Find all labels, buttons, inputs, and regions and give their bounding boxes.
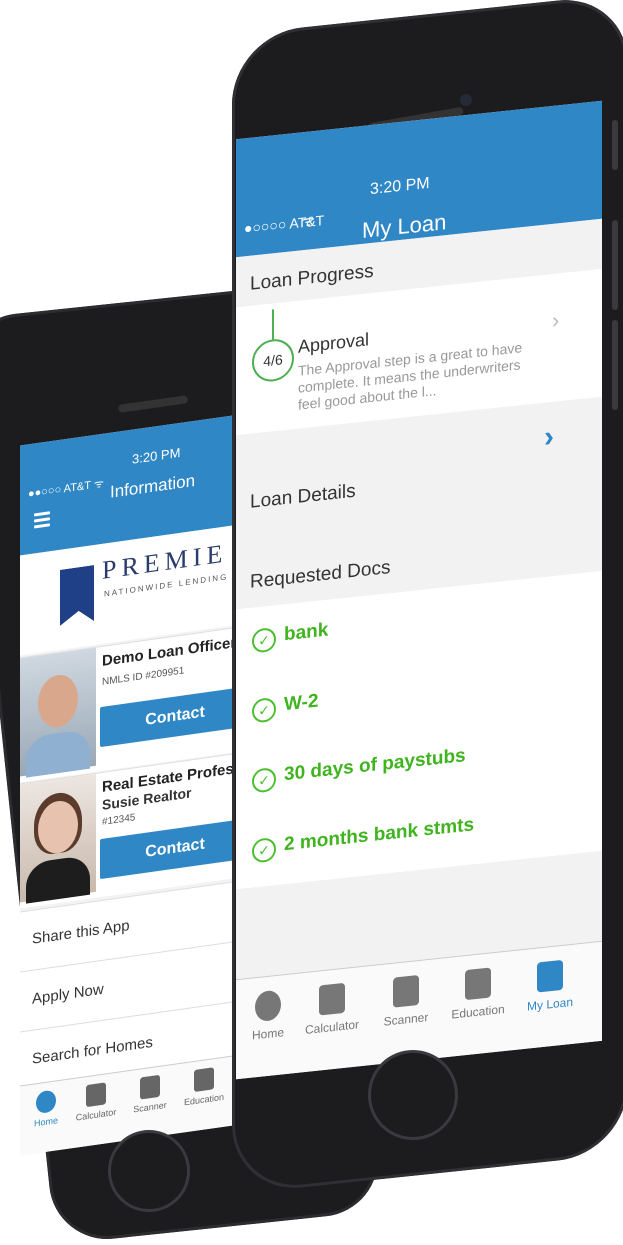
tab-education-label: Education (451, 1001, 505, 1022)
loan-progress-heading: Loan Progress (250, 260, 374, 295)
education-icon (194, 1067, 214, 1093)
back-hamburger-menu-icon[interactable] (34, 511, 50, 529)
check-circle-icon: ✓ (252, 697, 276, 724)
front-home-button[interactable] (368, 1050, 458, 1140)
wifi-icon: ᯤ (302, 211, 315, 230)
loan-officer-nmls: NMLS ID #209951 (102, 665, 185, 688)
loan-officer-photo (20, 647, 96, 778)
loan-officer-face (38, 672, 78, 730)
tab-my-loan-label: My Loan (526, 994, 574, 1014)
back-status-time: 3:20 PM (132, 444, 181, 467)
education-icon (465, 967, 491, 1001)
back-tab-education[interactable]: Education (180, 1065, 228, 1108)
menu-share-app-label: Share this App (32, 917, 130, 948)
realtor-shirt (26, 854, 90, 904)
realtor-id: #12345 (102, 812, 136, 828)
check-circle-icon: ✓ (252, 767, 276, 794)
loan-officer-shirt (26, 728, 90, 778)
loan-officer-contact-button[interactable]: Contact (100, 686, 240, 748)
volume-down-button (612, 320, 618, 410)
tab-home[interactable]: Home (238, 988, 298, 1044)
menu-apply-now-label: Apply Now (32, 980, 104, 1008)
front-camera (460, 94, 472, 106)
info-icon (36, 1089, 56, 1115)
info-icon (255, 989, 281, 1023)
tab-scanner-label: Scanner (383, 1010, 429, 1029)
back-home-button[interactable] (108, 1130, 190, 1212)
back-tab-calculator-label: Calculator (75, 1106, 117, 1123)
scanner-icon (140, 1074, 160, 1100)
chevron-right-icon: › (544, 419, 554, 454)
back-tab-calculator[interactable]: Calculator (72, 1080, 120, 1123)
back-phone-screen: ●●○○○ AT&T ᯤ 3:20 PM Information PREMIE … (20, 414, 240, 1156)
front-phone-screen: ●○○○○ AT&T ᯤ 3:20 PM My Loan Loan Progre… (236, 100, 602, 1080)
tab-my-loan[interactable]: My Loan (520, 958, 580, 1014)
my-loan-icon (537, 959, 563, 993)
tab-scanner[interactable]: Scanner (376, 973, 436, 1029)
menu-search-homes-label: Search for Homes (32, 1033, 153, 1068)
back-tab-home[interactable]: Home (22, 1087, 70, 1130)
back-tab-scanner-label: Scanner (133, 1099, 167, 1115)
volume-up-button (612, 220, 618, 310)
back-tab-scanner[interactable]: Scanner (126, 1073, 174, 1116)
calculator-icon (86, 1082, 106, 1108)
chevron-right-icon: › (552, 307, 560, 334)
mute-switch (612, 120, 618, 170)
front-status-time: 3:20 PM (370, 174, 430, 199)
back-header-title: Information (110, 470, 196, 502)
doc-item-label: bank (284, 619, 329, 646)
loan-details-heading: Loan Details (250, 480, 356, 513)
progress-connector (272, 309, 274, 340)
calculator-icon (319, 982, 345, 1016)
tab-education[interactable]: Education (448, 966, 508, 1022)
lender-logo-mark-icon (60, 565, 94, 626)
tab-home-label: Home (251, 1025, 284, 1043)
scanner-icon (393, 975, 419, 1008)
requested-docs-heading: Requested Docs (250, 556, 391, 593)
doc-item-label: W-2 (284, 690, 319, 716)
doc-item-label: 2 months bank stmts (284, 814, 475, 856)
back-tab-education-label: Education (183, 1091, 225, 1108)
realtor-contact-button[interactable]: Contact (100, 818, 240, 880)
check-circle-icon: ✓ (252, 837, 276, 864)
step-counter-badge: 4/6 (252, 337, 294, 384)
step-title: Approval (298, 329, 370, 357)
tab-calculator-label: Calculator (304, 1017, 360, 1037)
realtor-photo (20, 773, 96, 904)
back-tab-home-label: Home (33, 1115, 58, 1129)
back-status-carrier: ●●○○○ AT&T ᯤ (28, 477, 104, 501)
tab-calculator[interactable]: Calculator (302, 981, 362, 1037)
check-circle-icon: ✓ (252, 627, 276, 654)
doc-item-label: 30 days of paystubs (284, 745, 466, 786)
